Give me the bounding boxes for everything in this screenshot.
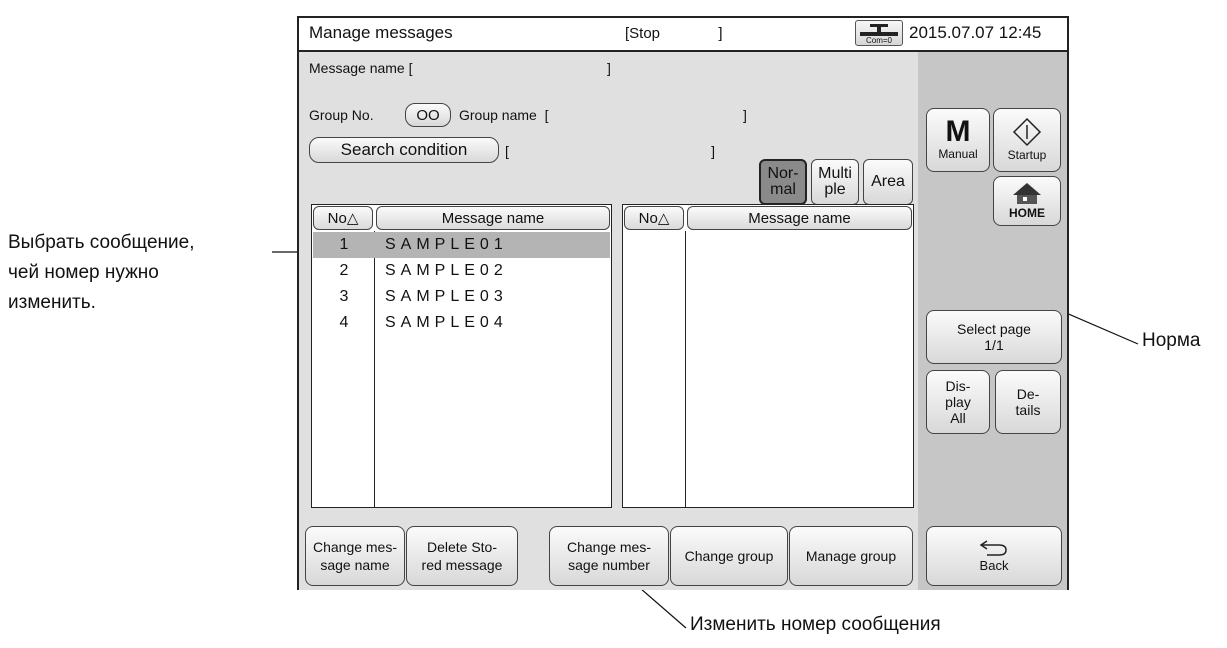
select-page-label: Select page (957, 321, 1031, 337)
column-header-message-name[interactable]: Message name (687, 206, 912, 230)
display-all-label-3: All (950, 410, 966, 426)
page-indicator: 1/1 (984, 337, 1004, 353)
back-button[interactable]: Back (926, 526, 1062, 586)
row-message-name: SAMPLE01 (385, 236, 508, 253)
communication-icon: Com=0 (855, 20, 903, 46)
hmi-screen: Manage messages [Stop ] Com=0 2015.07.07… (297, 16, 1069, 590)
row-message-name: SAMPLE03 (385, 288, 508, 305)
details-label-2: tails (1015, 402, 1041, 418)
button-label: sage name (320, 557, 390, 573)
message-table-left: No△ Message name 1 SAMPLE01 2 SAMPLE02 3… (311, 204, 612, 508)
table-row[interactable]: 2 SAMPLE02 (313, 258, 610, 284)
button-label: Change mes- (566, 539, 652, 555)
message-table-right: No△ Message name (622, 204, 914, 508)
mode-multiple-label-2: ple (824, 181, 846, 198)
search-condition-button[interactable]: Search condition (309, 137, 499, 163)
manual-label: Manual (938, 147, 978, 161)
mode-normal-label-1: Nor- (767, 165, 799, 182)
startup-label: Startup (1007, 148, 1047, 162)
machine-state: [Stop ] (625, 25, 723, 42)
datetime: 2015.07.07 12:45 (909, 23, 1042, 42)
button-label: sage number (568, 557, 650, 573)
row-no: 2 (339, 262, 349, 279)
back-arrow-icon (979, 540, 1007, 556)
screen-title: Manage messages (309, 23, 453, 42)
column-header-no[interactable]: No△ (313, 206, 373, 230)
table-row[interactable]: 1 SAMPLE01 (313, 232, 610, 258)
display-all-label-1: Dis- (945, 378, 971, 394)
change-group-button[interactable]: Change group (670, 526, 788, 586)
details-label-1: De- (1016, 386, 1040, 402)
group-no-button[interactable]: OO (405, 103, 451, 127)
row-message-name: SAMPLE04 (385, 314, 508, 331)
mode-multiple-button[interactable]: Multi ple (811, 159, 859, 205)
display-all-label-2: play (945, 394, 971, 410)
select-page-button[interactable]: Select page 1/1 (926, 310, 1062, 364)
column-divider (685, 231, 686, 507)
title-bar: Manage messages [Stop ] Com=0 2015.07.07… (299, 18, 1067, 52)
change-message-name-button[interactable]: Change mes- sage name (305, 526, 405, 586)
com-label: Com=0 (865, 36, 892, 45)
row-no: 4 (339, 314, 349, 331)
mode-normal-button[interactable]: Nor- mal (759, 159, 807, 205)
details-button[interactable]: De- tails (995, 370, 1061, 434)
row-no: 1 (339, 236, 349, 253)
change-message-number-button[interactable]: Change mes- sage number (549, 526, 669, 586)
column-header-message-name[interactable]: Message name (376, 206, 610, 230)
mode-multiple-label-1: Multi (818, 165, 852, 182)
delete-stored-message-button[interactable]: Delete Sto- red message (406, 526, 518, 586)
row-message-name: SAMPLE02 (385, 262, 508, 279)
back-label: Back (979, 558, 1009, 573)
mode-area-button[interactable]: Area (863, 159, 913, 205)
table-row[interactable]: 3 SAMPLE03 (313, 284, 610, 310)
button-label: red message (421, 557, 503, 573)
startup-icon (1012, 117, 1042, 147)
message-name-field: Message name [ ] (309, 60, 611, 76)
button-label: Delete Sto- (426, 539, 498, 555)
column-header-no[interactable]: No△ (624, 206, 684, 230)
manual-button[interactable]: M Manual (926, 108, 990, 172)
manage-group-button[interactable]: Manage group (789, 526, 913, 586)
manual-icon: M (945, 115, 971, 148)
row-no: 3 (339, 288, 349, 305)
search-condition-value: [ ] (505, 143, 716, 159)
mode-normal-label-2: mal (770, 181, 796, 198)
display-all-button[interactable]: Dis- play All (926, 370, 990, 434)
home-button[interactable]: HOME (993, 176, 1061, 226)
startup-button[interactable]: Startup (993, 108, 1061, 172)
button-label: Change mes- (312, 539, 398, 555)
table-row[interactable]: 4 SAMPLE04 (313, 310, 610, 336)
group-name-field: Group name [ ] (459, 107, 747, 123)
home-label: HOME (1009, 206, 1045, 220)
group-no-label: Group No. (309, 107, 374, 123)
home-icon (1013, 183, 1041, 204)
